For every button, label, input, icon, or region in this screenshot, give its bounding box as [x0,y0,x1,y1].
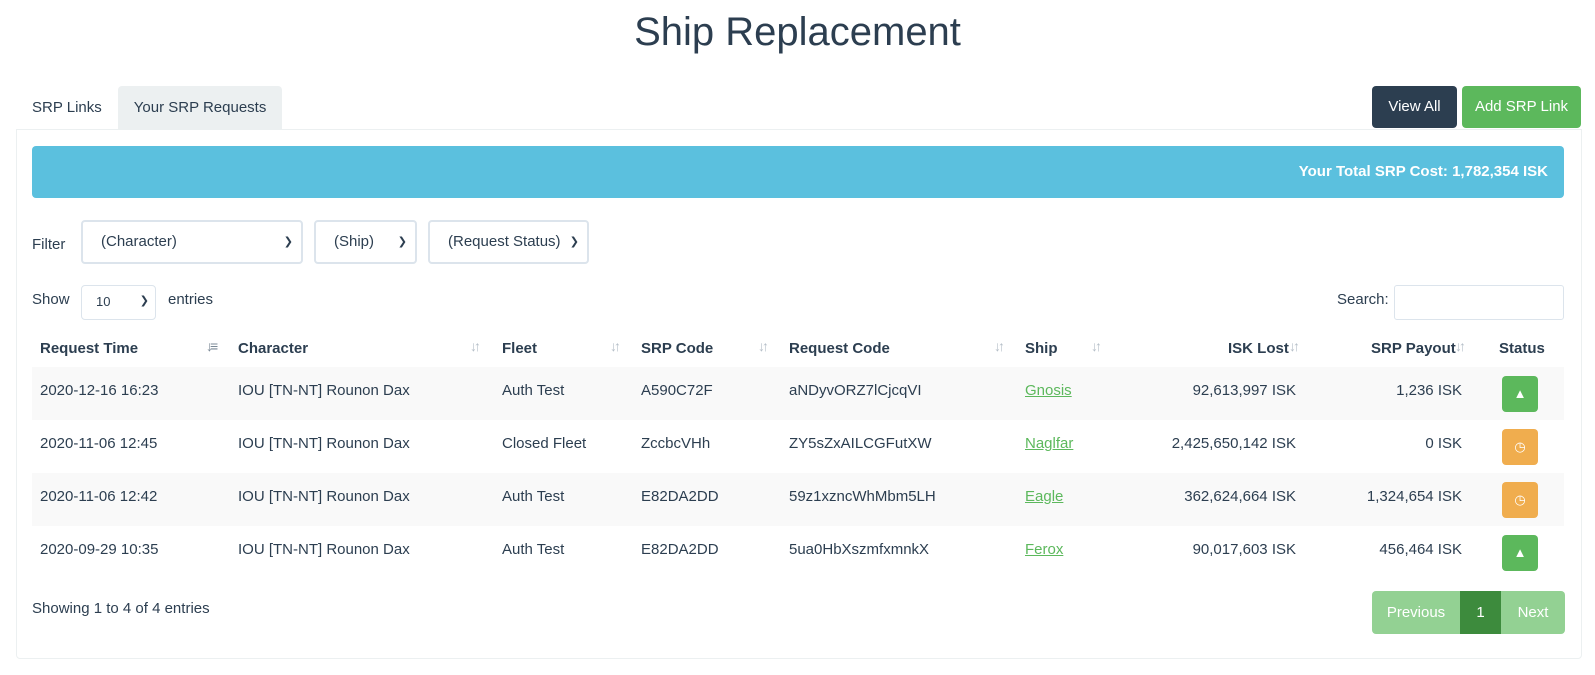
cell-srp-payout: 456,464 ISK [1379,541,1462,558]
header-request-code[interactable]: Request Code [789,340,890,357]
table-row: 2020-11-06 12:42 IOU [TN-NT] Rounon Dax … [32,473,1564,526]
cell-request-code: ZY5sZxAILCGFutXW [789,435,932,452]
cell-character: IOU [TN-NT] Rounon Dax [238,541,410,558]
ship-link[interactable]: Ferox [1025,541,1063,558]
pending-status-button[interactable]: ◷ [1502,482,1538,518]
clock-icon: ◷ [1514,439,1526,454]
pending-status-button[interactable]: ◷ [1502,429,1538,465]
table-row: 2020-09-29 10:35 IOU [TN-NT] Rounon Dax … [32,526,1564,579]
chevron-down-icon: ❯ [569,236,579,248]
sort-icon[interactable]: ↓↑ [470,338,481,354]
entries-per-page-value: 10 [96,294,111,309]
header-status: Status [1499,340,1545,357]
pagination: Previous 1 Next [1372,591,1565,634]
previous-page-button[interactable]: Previous [1372,591,1460,634]
cell-srp-code: E82DA2DD [641,541,719,558]
tab-your-srp-requests[interactable]: Your SRP Requests [117,86,283,129]
cell-srp-code: ZccbcVHh [641,435,711,452]
cell-isk-lost: 2,425,650,142 ISK [1171,435,1296,452]
sort-icon[interactable]: ↓↑ [1455,338,1466,354]
cell-isk-lost: 362,624,664 ISK [1184,488,1296,505]
add-srp-link-button[interactable]: Add SRP Link [1462,86,1581,128]
header-character[interactable]: Character [238,340,308,357]
header-ship[interactable]: Ship [1025,340,1058,357]
table-info: Showing 1 to 4 of 4 entries [32,600,210,617]
character-filter-select[interactable]: (Character) ❯ [81,220,303,264]
sort-icon[interactable]: ↓↑ [994,338,1005,354]
entries-label: entries [168,291,214,308]
tab-bar: SRP Links Your SRP Requests [16,86,283,129]
entries-per-page-select[interactable]: 10 ❯ [81,285,156,320]
cell-request-code: 59z1xzncWhMbm5LH [789,488,936,505]
cell-request-time: 2020-12-16 16:23 [40,382,159,399]
search-input[interactable] [1394,285,1564,320]
cell-fleet: Auth Test [502,541,565,558]
cell-srp-code: A590C72F [641,382,713,399]
cell-character: IOU [TN-NT] Rounon Dax [238,382,410,399]
cell-srp-code: E82DA2DD [641,488,719,505]
cell-srp-payout: 1,324,654 ISK [1366,488,1462,505]
header-fleet[interactable]: Fleet [502,340,537,357]
thumbs-up-icon: ▲ [1513,386,1527,401]
cell-fleet: Auth Test [502,382,565,399]
ship-link[interactable]: Naglfar [1025,435,1073,452]
page-title: Ship Replacement [634,10,961,54]
cell-request-code: 5ua0HbXszmfxmnkX [789,541,930,558]
ship-link[interactable]: Eagle [1025,488,1063,505]
cell-srp-payout: 1,236 ISK [1396,382,1462,399]
character-filter-value: (Character) [101,233,177,250]
cell-fleet: Closed Fleet [502,435,587,452]
cell-request-code: aNDyvORZ7lCjcqVI [789,382,922,399]
header-srp-code[interactable]: SRP Code [641,340,713,357]
sort-desc-icon[interactable]: ↓≡ [206,338,218,354]
header-isk-lost[interactable]: ISK Lost [1228,340,1289,357]
chevron-down-icon: ❯ [139,295,149,307]
cell-srp-payout: 0 ISK [1425,435,1462,452]
show-label: Show [32,291,70,308]
page-1-button[interactable]: 1 [1460,591,1501,634]
cell-request-time: 2020-11-06 12:42 [40,488,158,505]
status-filter-select[interactable]: (Request Status) ❯ [428,220,589,264]
filter-label: Filter [32,236,66,253]
header-srp-payout[interactable]: SRP Payout [1371,340,1456,357]
sort-icon[interactable]: ↓↑ [1289,338,1300,354]
cell-character: IOU [TN-NT] Rounon Dax [238,435,410,452]
sort-icon[interactable]: ↓↑ [610,338,621,354]
cell-request-time: 2020-11-06 12:45 [40,435,158,452]
cell-request-time: 2020-09-29 10:35 [40,541,159,558]
cell-isk-lost: 92,613,997 ISK [1192,382,1296,399]
ship-link[interactable]: Gnosis [1025,382,1072,399]
cell-fleet: Auth Test [502,488,565,505]
clock-icon: ◷ [1514,492,1526,507]
ship-filter-select[interactable]: (Ship) ❯ [314,220,417,264]
view-all-button[interactable]: View All [1372,86,1457,128]
cell-character: IOU [TN-NT] Rounon Dax [238,488,410,505]
approved-status-button[interactable]: ▲ [1502,535,1538,571]
search-label: Search: [1337,291,1389,308]
approved-status-button[interactable]: ▲ [1502,376,1538,412]
thumbs-up-icon: ▲ [1513,545,1527,560]
header-request-time[interactable]: Request Time [40,340,138,357]
chevron-down-icon: ❯ [283,236,293,248]
total-srp-cost-alert: Your Total SRP Cost: 1,782,354 ISK [32,146,1564,198]
table-row: 2020-12-16 16:23 IOU [TN-NT] Rounon Dax … [32,367,1564,420]
status-filter-value: (Request Status) [448,233,561,250]
next-page-button[interactable]: Next [1501,591,1565,634]
cell-isk-lost: 90,017,603 ISK [1192,541,1296,558]
ship-filter-value: (Ship) [334,233,375,250]
table-row: 2020-11-06 12:45 IOU [TN-NT] Rounon Dax … [32,420,1564,473]
tab-srp-links[interactable]: SRP Links [16,86,118,129]
chevron-down-icon: ❯ [397,236,407,248]
sort-icon[interactable]: ↓↑ [1091,338,1102,354]
sort-icon[interactable]: ↓↑ [758,338,769,354]
